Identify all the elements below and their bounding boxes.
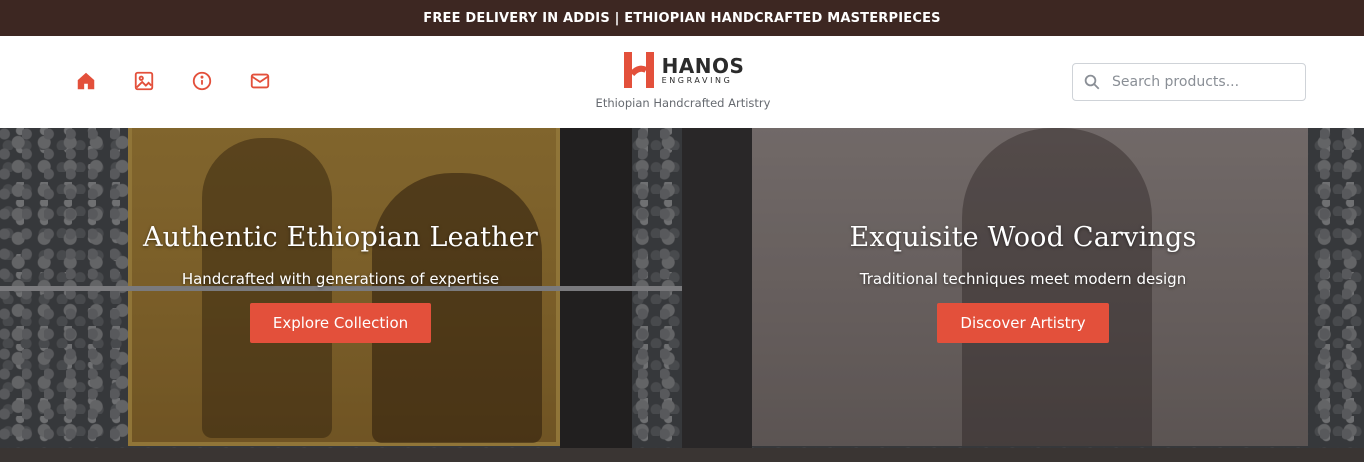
logo-mark-icon [623,52,654,88]
icon-nav [74,69,272,93]
slide-title: Exquisite Wood Carvings [849,222,1197,253]
tagline: Ethiopian Handcrafted Artistry [595,96,771,110]
home-icon[interactable] [74,69,98,93]
logo-name: HANOS [661,53,745,78]
discover-artistry-button[interactable]: Discover Artistry [937,303,1109,343]
brand-logo[interactable]: HANOS ENGRAVING Ethiopian Handcrafted Ar… [592,50,774,110]
announcement-bar: FREE DELIVERY IN ADDIS | ETHIOPIAN HANDC… [0,0,1364,36]
hero-slider: Authentic Ethiopian Leather Handcrafted … [0,128,1364,462]
explore-collection-button[interactable]: Explore Collection [249,303,432,343]
search-input[interactable] [1112,74,1297,90]
slide-subtitle: Handcrafted with generations of expertis… [181,270,500,288]
slide-subtitle: Traditional techniques meet modern desig… [859,270,1187,288]
site-header: HANOS ENGRAVING Ethiopian Handcrafted Ar… [0,36,1364,128]
announcement-text: FREE DELIVERY IN ADDIS | ETHIOPIAN HANDC… [423,10,941,26]
gallery-icon[interactable] [132,69,156,93]
hero-slide-leather: Authentic Ethiopian Leather Handcrafted … [0,128,682,462]
search-icon[interactable] [1083,73,1101,91]
logo-subtitle: ENGRAVING [661,75,733,85]
hero-slide-wood: Exquisite Wood Carvings Traditional tech… [682,128,1364,462]
next-section-preview [0,448,1364,462]
info-icon[interactable] [190,69,214,93]
slide-title: Authentic Ethiopian Leather [142,222,539,253]
mail-icon[interactable] [248,69,272,93]
search-box [1072,63,1306,101]
